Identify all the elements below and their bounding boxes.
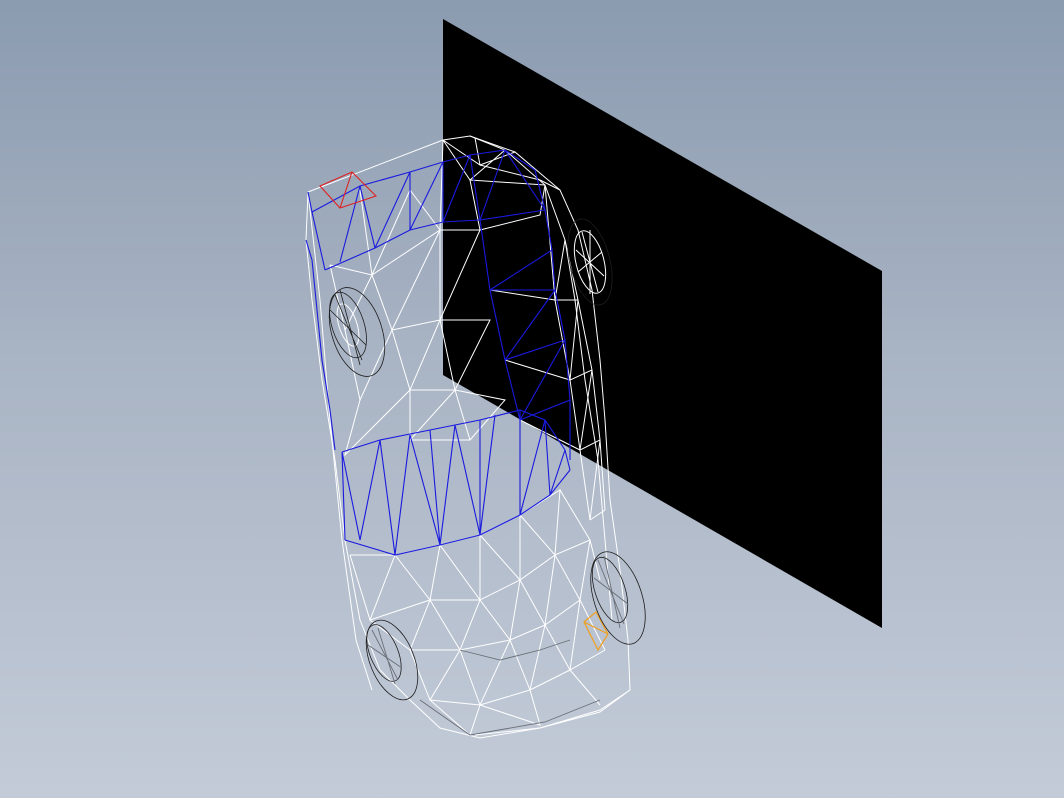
- cad-viewport[interactable]: [0, 0, 1064, 798]
- background-plane[interactable]: [443, 19, 882, 628]
- 3d-scene[interactable]: [0, 0, 1064, 798]
- front-left-wheel[interactable]: [319, 281, 395, 384]
- rear-right-wheel[interactable]: [580, 545, 655, 651]
- rear-left-wheel[interactable]: [356, 613, 428, 707]
